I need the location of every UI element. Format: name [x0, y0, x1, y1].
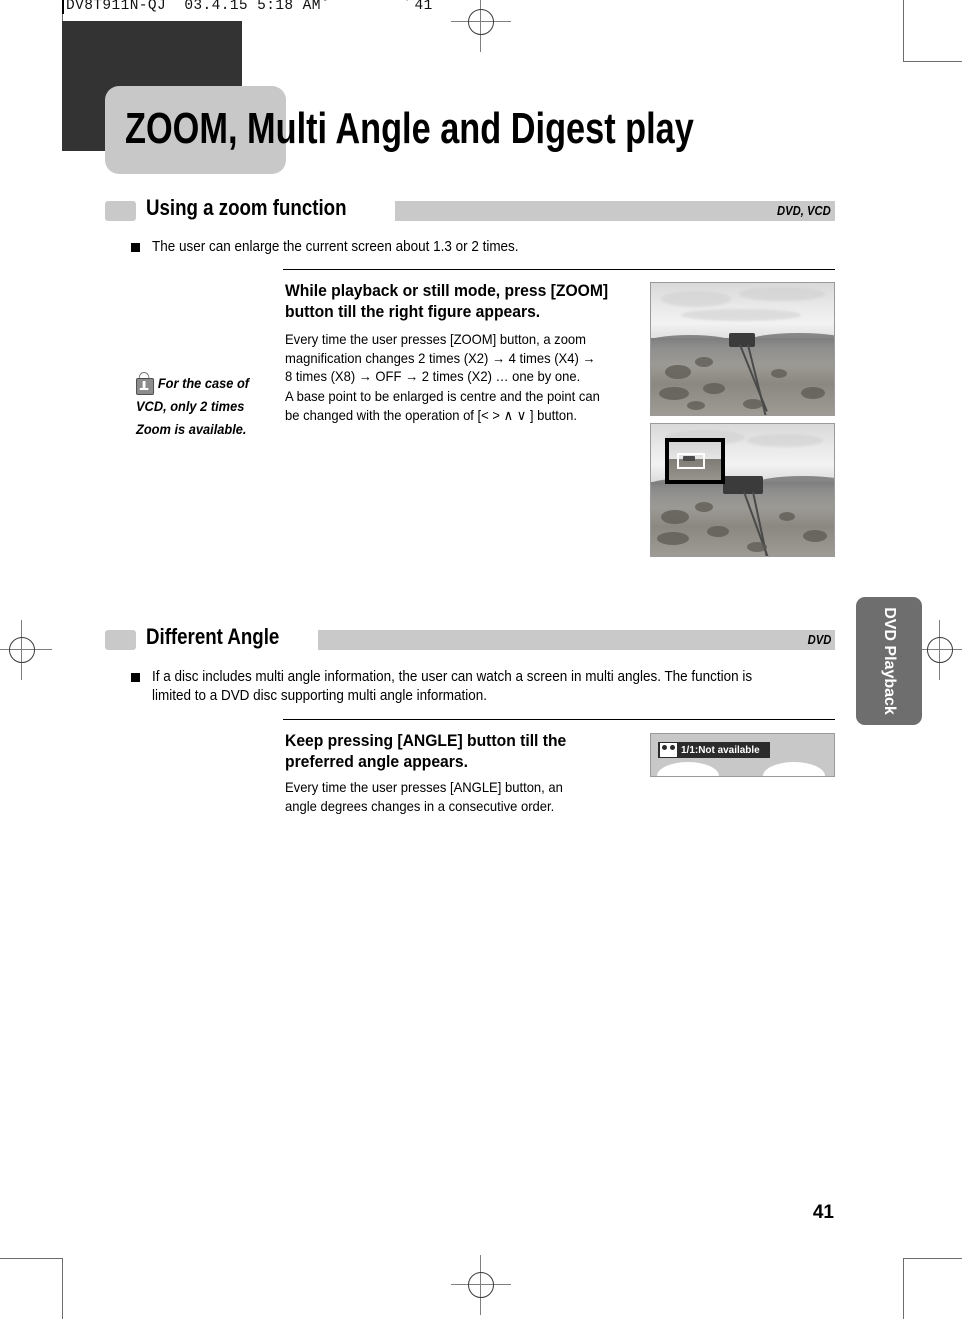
bullet-zoom: The user can enlarge the current screen … — [131, 238, 831, 257]
osd-notch-right — [763, 762, 825, 776]
info-icon — [136, 372, 155, 395]
note-vcd-zoom: For the case of VCD, only 2 times Zoom i… — [136, 372, 279, 441]
step-heading-angle: Keep pressing [ANGLE] button till the pr… — [285, 732, 567, 771]
bullet-text-angle: If a disc includes multi angle informati… — [152, 669, 753, 704]
crop-rule-top-right-h — [903, 61, 962, 62]
section-title-angle: Different Angle — [146, 624, 280, 649]
paragraph-angle-1: Every time the user presses [ANGLE] butt… — [285, 779, 563, 814]
bullet-angle: If a disc includes multi angle informati… — [131, 668, 831, 706]
paragraph-zoom-1: Every time the user presses [ZOOM] butto… — [285, 331, 596, 384]
osd-angle-label: 1/1:Not available — [681, 744, 760, 756]
osd-angle-pill: 1/1:Not available — [658, 742, 770, 758]
crop-rule-bottom-right-h — [903, 1258, 962, 1259]
section-chip-icon-angle — [105, 630, 136, 650]
section-title-zoom: Using a zoom function — [146, 195, 347, 220]
crop-rule-bottom-right-v — [903, 1258, 904, 1319]
crop-rule-bottom-left-v — [62, 1258, 63, 1319]
section-header-angle: Different Angle DVD — [105, 624, 835, 652]
section-media-zoom: DVD, VCD — [777, 204, 831, 218]
side-tab-label: DVD Playback — [881, 607, 898, 715]
rule-zoom-top — [283, 269, 835, 270]
page-title: ZOOM, Multi Angle and Digest play — [125, 104, 694, 153]
section-chip-icon — [105, 201, 136, 221]
film-code-value: DV8T911N-QJ 03.4.15 5:18 AM — [66, 0, 321, 14]
page-number: 41 — [812, 1202, 834, 1223]
registration-mark-bottom — [451, 1255, 511, 1315]
crop-rule-bottom-left-h — [0, 1258, 63, 1259]
bullet-square-icon — [131, 243, 140, 252]
film-code-page: 41 — [414, 0, 433, 14]
section-header-zoom: Using a zoom function DVD, VCD — [105, 195, 835, 223]
paragraph-zoom-2: A base point to be enlarged is centre an… — [285, 388, 600, 423]
film-code-text: DV8T911N-QJ 03.4.15 5:18 AM˘ ˋ41 — [66, 0, 433, 14]
film-code-marks: ˘ ˋ — [320, 0, 415, 14]
section-bar-zoom — [395, 201, 835, 221]
side-tab-dvd-playback: DVD Playback — [856, 597, 922, 725]
osd-notch-left — [657, 762, 719, 776]
section-media-angle: DVD — [807, 633, 831, 647]
figure-zoom-magnified — [650, 423, 835, 557]
bullet-text-zoom: The user can enlarge the current screen … — [152, 239, 519, 255]
figure-angle-osd: 1/1:Not available — [650, 733, 835, 777]
rule-angle-top — [283, 719, 835, 720]
figure-zoom-normal — [650, 282, 835, 416]
bullet-square-icon-angle — [131, 673, 140, 682]
section-bar-angle — [318, 630, 835, 650]
zoom-inset-box — [665, 438, 725, 484]
registration-mark-left — [0, 620, 52, 680]
camera-icon — [660, 743, 677, 757]
step-heading-zoom: While playback or still mode, press [ZOO… — [285, 282, 609, 321]
zoom-selection-rect — [677, 453, 705, 469]
